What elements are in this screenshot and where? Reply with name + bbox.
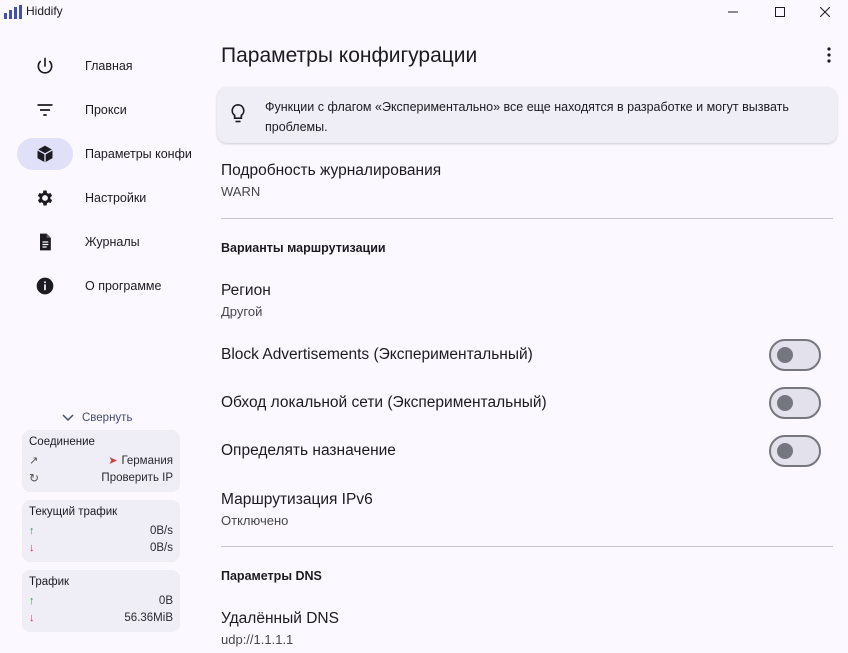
refresh-icon: ↻ — [29, 470, 40, 485]
setting-value: Отключено — [221, 513, 289, 528]
sidebar-item-label: Параметры конфи — [85, 147, 192, 161]
setting-value: udp://1.1.1.1 — [221, 632, 294, 647]
banner-text: Функции с флагом «Экспериментально» все … — [265, 100, 789, 134]
document-icon — [40, 233, 51, 251]
toggle-label: Обход локальной сети (Экспериментальный) — [221, 394, 547, 411]
toggle-row-bypass-lan[interactable]: Обход локальной сети (Экспериментальный) — [221, 387, 821, 419]
check-ip-button[interactable]: Проверить IP — [101, 472, 173, 484]
toggle-switch[interactable] — [769, 387, 821, 419]
connection-title: Соединение — [29, 436, 95, 448]
filter-list-icon — [37, 104, 53, 116]
sidebar-item-label: Журналы — [85, 235, 140, 249]
minimize-button[interactable] — [710, 0, 756, 24]
sidebar-item-config-options[interactable]: Параметры конфи — [17, 138, 197, 170]
traffic-title: Трафик — [29, 576, 70, 588]
arrow-up-icon: ↑ — [29, 594, 35, 607]
divider — [221, 218, 833, 219]
toggle-label: Определять назначение — [221, 442, 396, 459]
sidebar: Главная Прокси Параметры конфи Настройки… — [0, 24, 200, 653]
toggle-switch[interactable] — [769, 339, 821, 371]
traffic-card: Трафик ↑ 0B ↓ 56.36MiB — [22, 570, 180, 632]
arrow-down-icon: ↓ — [29, 611, 35, 624]
divider — [221, 546, 833, 547]
title-bar: Hiddify — [0, 0, 848, 24]
toggle-switch[interactable] — [769, 435, 821, 467]
power-icon — [37, 57, 53, 74]
close-icon — [820, 7, 830, 17]
experimental-warning-banner: Функции с флагом «Экспериментально» все … — [217, 87, 837, 143]
link-icon: ↗ — [29, 455, 39, 467]
section-header-routing: Варианты маршрутизации — [221, 241, 386, 255]
maximize-icon — [775, 7, 785, 17]
more-vert-icon — [827, 47, 831, 63]
collapse-button[interactable]: Свернуть — [62, 412, 132, 424]
sidebar-item-label: Главная — [85, 59, 133, 73]
connection-country: Германия — [121, 454, 173, 467]
switch-knob — [777, 443, 793, 459]
sidebar-item-logs[interactable]: Журналы — [17, 226, 197, 258]
app-title: Hiddify — [26, 4, 63, 18]
setting-title: Регион — [221, 282, 271, 299]
info-icon — [36, 277, 54, 295]
hiddify-logo-icon — [4, 5, 22, 19]
sidebar-item-label: О программе — [85, 279, 162, 293]
minimize-icon — [728, 11, 738, 13]
lightbulb-icon — [231, 103, 245, 123]
log-level-setting[interactable]: Подробность журналирования WARN — [221, 162, 441, 199]
page-title: Параметры конфигурации — [221, 44, 478, 67]
total-upload: 0B — [158, 594, 173, 607]
gear-icon — [37, 190, 53, 206]
setting-title: Подробность журналирования — [221, 162, 442, 179]
maximize-button[interactable] — [757, 0, 803, 24]
current-traffic-title: Текущий трафик — [29, 506, 118, 518]
ipv6-routing-setting[interactable]: Маршрутизация IPv6 Отключено — [221, 491, 373, 528]
sidebar-item-about[interactable]: О программе — [17, 270, 197, 302]
rocket-icon: ➤ — [108, 455, 118, 467]
sidebar-item-settings[interactable]: Настройки — [17, 182, 197, 214]
current-traffic-card: Текущий трафик ↑ 0B/s ↓ 0B/s — [22, 500, 180, 562]
region-setting[interactable]: Регион Другой — [221, 282, 271, 319]
toggle-row-resolve-destination[interactable]: Определять назначение — [221, 435, 821, 467]
sidebar-item-label: Настройки — [85, 191, 147, 205]
total-download: 56.36MiB — [124, 611, 173, 624]
close-button[interactable] — [802, 0, 848, 24]
switch-knob — [777, 395, 793, 411]
connection-card: Соединение ↗ ➤ Германия ↻ Проверить IP — [22, 430, 180, 492]
section-header-dns: Параметры DNS — [221, 569, 322, 583]
chevron-down-icon — [62, 414, 74, 422]
collapse-label: Свернуть — [82, 412, 133, 424]
more-options-button[interactable] — [818, 44, 840, 66]
arrow-up-icon: ↑ — [29, 524, 35, 537]
setting-title: Удалённый DNS — [221, 610, 339, 627]
sidebar-item-home[interactable]: Главная — [17, 50, 197, 82]
main-content: Параметры конфигурации Функции с флагом … — [200, 24, 848, 653]
remote-dns-setting[interactable]: Удалённый DNS udp://1.1.1.1 — [221, 610, 339, 647]
switch-knob — [777, 347, 793, 363]
location-button[interactable]: ➤ Германия — [108, 454, 173, 468]
cube-icon — [37, 145, 53, 163]
sidebar-item-label: Прокси — [85, 103, 127, 117]
toggle-row-block-ads[interactable]: Block Advertisements (Экспериментальный) — [221, 339, 821, 371]
setting-value: WARN — [221, 184, 261, 199]
setting-value: Другой — [221, 304, 263, 319]
arrow-down-icon: ↓ — [29, 541, 35, 554]
current-download: 0B/s — [149, 541, 173, 554]
setting-title: Маршрутизация IPv6 — [221, 491, 373, 508]
current-upload: 0B/s — [149, 524, 173, 537]
toggle-label: Block Advertisements (Экспериментальный) — [221, 346, 533, 363]
sidebar-item-proxies[interactable]: Прокси — [17, 94, 197, 126]
